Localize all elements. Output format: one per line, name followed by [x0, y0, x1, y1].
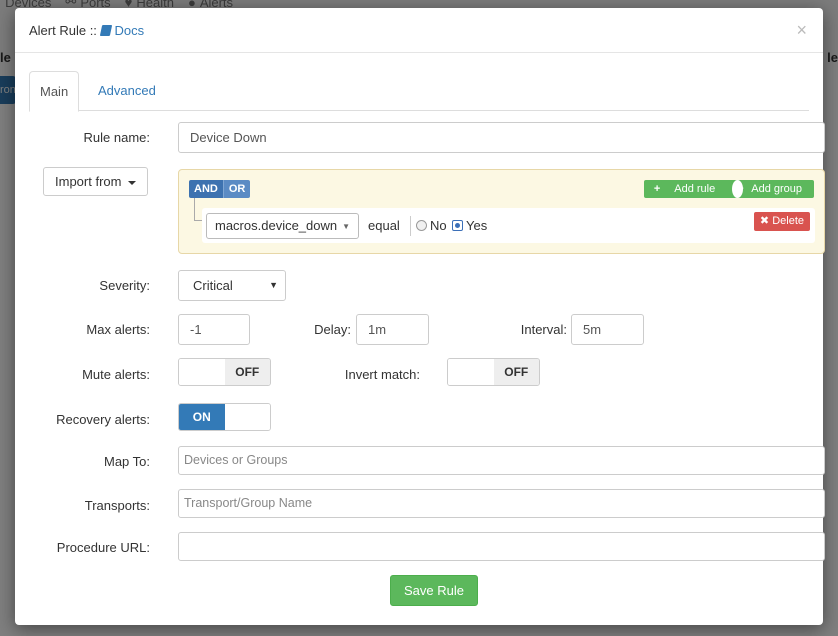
add-rule-label: Add rule	[674, 183, 716, 195]
max-alerts-input[interactable]: -1	[178, 314, 250, 345]
procedure-url-input[interactable]	[178, 532, 825, 561]
query-builder: AND OR + Add rule + Add group macros.devic…	[178, 169, 825, 254]
delete-rule-button[interactable]: ✖ Delete	[753, 212, 810, 231]
and-button[interactable]: AND	[189, 180, 224, 198]
mute-alerts-toggle[interactable]: OFF	[178, 358, 271, 386]
rule-operator: equal	[368, 218, 400, 233]
procedure-url-label: Procedure URL:	[56, 540, 150, 555]
modal-title-prefix: Alert Rule ::	[29, 23, 97, 38]
import-from-button[interactable]: Import from	[43, 167, 149, 196]
import-from-label: Import from	[55, 174, 122, 189]
plus-circle-icon: +	[732, 180, 744, 198]
map-to-input[interactable]: Devices or Groups	[178, 446, 825, 475]
add-group-label: Add group	[751, 183, 802, 195]
interval-label: Interval:	[520, 322, 567, 337]
modal-header: Alert Rule :: Docs ×	[15, 8, 823, 53]
max-alerts-label: Max alerts:	[86, 322, 150, 337]
modal-body: Main Advanced Rule name: Device Down Imp…	[15, 53, 825, 625]
severity-select[interactable]: Critical ▼	[178, 270, 286, 301]
rule-field-value: macros.device_down	[215, 218, 338, 233]
radio-unchecked-icon	[416, 220, 427, 231]
tab-advanced[interactable]: Advanced	[88, 71, 166, 112]
radio-no[interactable]: No	[416, 218, 447, 233]
close-icon[interactable]: ×	[796, 20, 807, 40]
docs-link-label: Docs	[114, 23, 145, 38]
delay-label: Delay:	[314, 322, 351, 337]
recovery-alerts-label: Recovery alerts:	[56, 412, 150, 427]
radio-yes-label: Yes	[466, 218, 488, 233]
delay-input[interactable]: 1m	[356, 314, 429, 345]
invert-match-toggle[interactable]: OFF	[447, 358, 540, 386]
transports-label: Transports:	[84, 498, 150, 513]
radio-yes[interactable]: Yes	[452, 218, 487, 233]
select-arrow-icon: ▼	[269, 280, 278, 290]
invert-match-label: Invert match:	[344, 367, 420, 382]
radio-no-label: No	[430, 218, 447, 233]
book-icon	[99, 25, 112, 36]
rule-name-input[interactable]: Device Down	[178, 122, 825, 153]
rule-field-select[interactable]: macros.device_down ▼	[206, 213, 360, 239]
docs-link[interactable]: Docs	[99, 23, 145, 38]
interval-input[interactable]: 5m	[571, 314, 644, 345]
times-icon: ✖	[759, 215, 770, 227]
mute-alerts-label: Mute alerts:	[82, 367, 150, 382]
radio-checked-icon	[452, 220, 463, 231]
toggle-handle	[448, 359, 494, 385]
caret-down-icon	[128, 180, 137, 185]
or-button[interactable]: OR	[223, 180, 251, 198]
recovery-alerts-toggle[interactable]: ON	[178, 403, 271, 431]
modal-title: Alert Rule :: Docs	[29, 23, 809, 38]
delete-rule-label: Delete	[772, 215, 804, 227]
tab-main[interactable]: Main	[29, 71, 80, 112]
and-or-toggle: AND OR	[189, 180, 251, 198]
transports-input[interactable]: Transport/Group Name	[178, 489, 825, 518]
tab-bar: Main Advanced	[29, 71, 809, 112]
add-group-button[interactable]: + Add group	[727, 180, 814, 198]
add-rule-button[interactable]: + Add rule	[644, 180, 727, 198]
query-rule-row: macros.device_down ▼ equal No Yes ✖ Delet…	[202, 208, 815, 243]
rule-divider	[410, 216, 411, 236]
toggle-handle	[179, 359, 225, 385]
query-actions: + Add rule + Add group	[643, 180, 814, 198]
select-arrow-icon: ▼	[342, 222, 351, 231]
severity-label: Severity:	[99, 278, 150, 293]
severity-value: Critical	[193, 278, 233, 293]
map-to-label: Map To:	[103, 454, 150, 469]
toggle-handle	[224, 404, 270, 430]
recovery-alerts-state: ON	[179, 404, 225, 430]
invert-match-state: OFF	[493, 359, 539, 385]
alert-rule-modal: Alert Rule :: Docs × Main Advanced Rule …	[15, 8, 825, 625]
mute-alerts-state: OFF	[224, 359, 270, 385]
save-rule-button[interactable]: Save Rule	[390, 575, 478, 606]
rule-name-label: Rule name:	[83, 130, 150, 145]
plus-icon: +	[653, 183, 661, 195]
